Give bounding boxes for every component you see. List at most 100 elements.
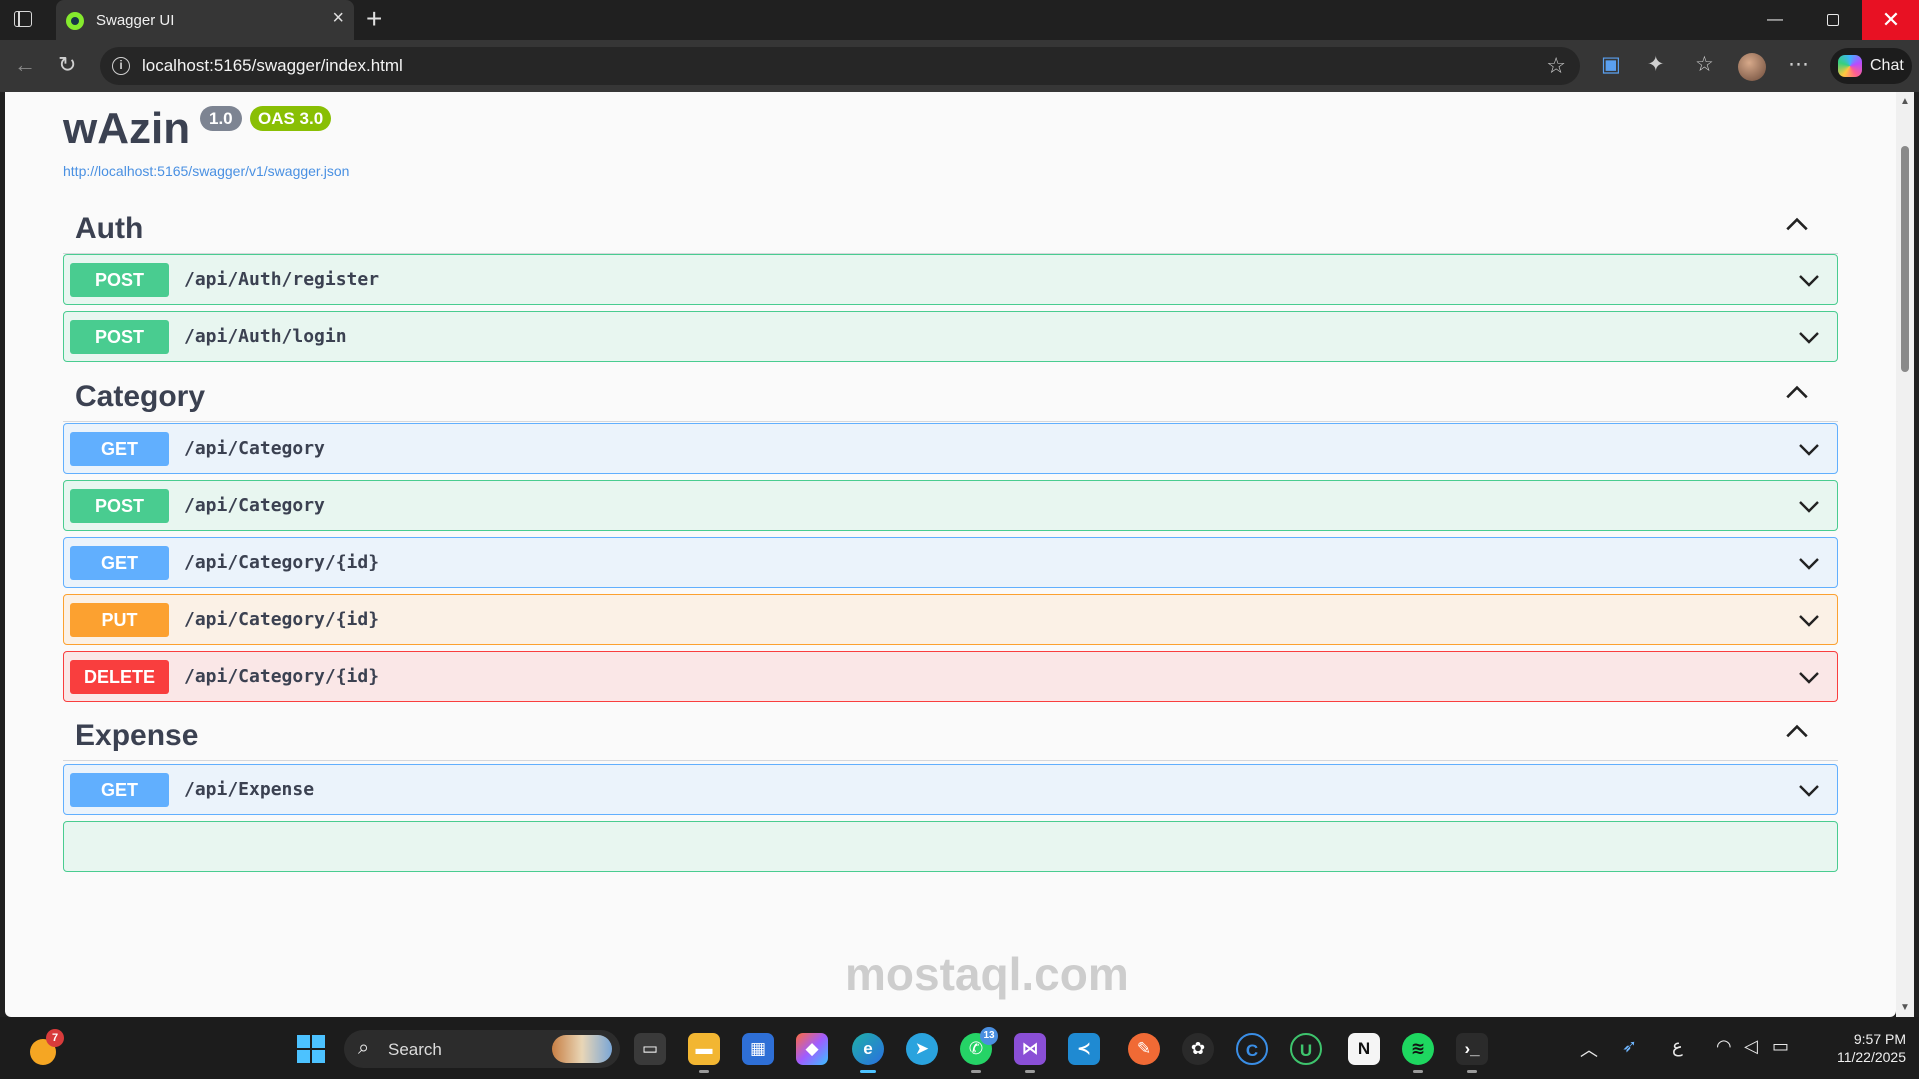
operation-path: /api/Category (184, 495, 325, 516)
chevron-up-icon[interactable] (1784, 212, 1810, 238)
chat-label: Chat (1870, 57, 1904, 74)
operation-delete-category-id[interactable]: DELETE /api/Category/{id} (63, 651, 1838, 702)
clock-date: 11/22/2025 (1836, 1049, 1906, 1065)
language-indicator[interactable]: ع (1672, 1036, 1683, 1057)
clock-time: 9:57 PM (1853, 1031, 1906, 1047)
method-badge: PUT (70, 603, 169, 637)
close-tab-icon[interactable]: × (332, 8, 344, 28)
new-tab-plus-icon[interactable]: + (366, 4, 382, 34)
method-badge: GET (70, 432, 169, 466)
edge-browser-icon[interactable]: e (852, 1033, 884, 1073)
version-badge: 1.0 (200, 106, 242, 131)
operation-path: /api/Expense (184, 779, 315, 800)
section-expense[interactable]: Expense (63, 703, 1838, 761)
search-icon: ⌕ (358, 1037, 370, 1059)
operation-get-category[interactable]: GET /api/Category (63, 423, 1838, 474)
profile-avatar[interactable] (1738, 53, 1766, 81)
telegram-icon[interactable]: ➤ (906, 1033, 938, 1065)
scroll-up-arrow-icon[interactable]: ▲ (1900, 96, 1910, 107)
copilot-app-icon[interactable]: ◆ (796, 1033, 828, 1065)
tab-swagger-ui[interactable]: Swagger UI × (56, 0, 354, 40)
chevron-down-icon[interactable] (1797, 494, 1821, 518)
chevron-up-icon[interactable] (1784, 380, 1810, 406)
tray-overflow-chevron-icon[interactable]: ︿ (1580, 1036, 1598, 1062)
page-scrollbar[interactable]: ▲ ▼ (1896, 92, 1914, 1017)
operation-post-auth-register[interactable]: POST /api/Auth/register (63, 254, 1838, 305)
taskbar-search[interactable]: ⌕ Search (344, 1030, 620, 1068)
address-bar[interactable]: i localhost:5165/swagger/index.html ☆ (100, 47, 1580, 85)
browser-title-bar: Swagger UI × + — ✕ (0, 0, 1919, 40)
url-text[interactable]: localhost:5165/swagger/index.html (142, 56, 403, 76)
method-badge: POST (70, 263, 169, 297)
more-options-icon[interactable]: ⋯ (1788, 52, 1809, 78)
operation-post-auth-login[interactable]: POST /api/Auth/login (63, 311, 1838, 362)
file-explorer-icon[interactable]: ▬ (688, 1033, 720, 1073)
system-clock[interactable]: 9:57 PM 11/22/2025 (1812, 1030, 1906, 1066)
operation-get-expense[interactable]: GET /api/Expense (63, 764, 1838, 815)
location-arrow-icon[interactable]: ➶ (1622, 1036, 1637, 1057)
spotify-icon[interactable]: ≋ (1402, 1033, 1434, 1073)
chevron-up-icon[interactable] (1784, 719, 1810, 745)
tab-title: Swagger UI (96, 12, 175, 29)
spec-json-link[interactable]: http://localhost:5165/swagger/v1/swagger… (63, 163, 349, 179)
operation-path: /api/Auth/login (184, 326, 347, 347)
translate-icon[interactable]: ▣ (1601, 52, 1621, 78)
watermark: mostaql.com (845, 948, 1129, 1000)
chevron-down-icon[interactable] (1797, 665, 1821, 689)
minimize-button[interactable]: — (1746, 0, 1804, 40)
c-app-icon[interactable]: C (1236, 1033, 1268, 1065)
whatsapp-icon[interactable]: ✆ 13 (960, 1027, 998, 1073)
volume-icon[interactable]: ◁ (1744, 1036, 1758, 1057)
operation-get-category-id[interactable]: GET /api/Category/{id} (63, 537, 1838, 588)
chevron-down-icon[interactable] (1797, 778, 1821, 802)
section-auth[interactable]: Auth (63, 196, 1838, 254)
operation-post-category[interactable]: POST /api/Category (63, 480, 1838, 531)
copilot-chat-button[interactable]: Chat (1830, 48, 1912, 84)
site-info-icon[interactable]: i (112, 57, 130, 75)
operation-put-category-id[interactable]: PUT /api/Category/{id} (63, 594, 1838, 645)
vscode-icon[interactable]: ≺ (1068, 1033, 1100, 1065)
battery-icon[interactable]: ▭ (1772, 1036, 1789, 1057)
extensions-icon[interactable]: ✦ (1647, 52, 1665, 78)
visual-studio-icon[interactable]: ⋈ (1014, 1033, 1046, 1073)
close-window-button[interactable]: ✕ (1862, 0, 1919, 40)
weather-widget[interactable]: 7 (24, 1029, 64, 1065)
operation-path: /api/Category/{id} (184, 552, 380, 573)
swagger-favicon-icon (66, 12, 84, 30)
chevron-down-icon[interactable] (1797, 325, 1821, 349)
back-arrow-icon[interactable]: ← (14, 53, 36, 77)
chevron-down-icon[interactable] (1797, 268, 1821, 292)
terminal-icon[interactable]: ›_ (1456, 1033, 1488, 1073)
page-viewport: wAzin 1.0 OAS 3.0 http://localhost:5165/… (5, 92, 1896, 1017)
weather-badge: 7 (46, 1029, 64, 1047)
operation-path: /api/Category/{id} (184, 666, 380, 687)
section-category[interactable]: Category (63, 364, 1838, 422)
method-badge: GET (70, 546, 169, 580)
method-badge: DELETE (70, 660, 169, 694)
wifi-icon[interactable]: ◠ (1716, 1036, 1732, 1057)
operation-path: /api/Category/{id} (184, 609, 380, 630)
favorites-icon[interactable]: ☆ (1695, 52, 1714, 78)
sidebar-icon[interactable] (14, 11, 32, 27)
method-badge: POST (70, 320, 169, 354)
scrollbar-thumb[interactable] (1901, 146, 1909, 372)
chevron-down-icon[interactable] (1797, 551, 1821, 575)
maximize-button[interactable] (1804, 0, 1862, 40)
refresh-icon[interactable]: ↻ (58, 53, 76, 77)
section-title: Auth (75, 212, 144, 245)
microsoft-store-icon[interactable]: ▦ (742, 1033, 774, 1065)
chatgpt-icon[interactable]: ✿ (1182, 1033, 1214, 1065)
notion-icon[interactable]: N (1348, 1033, 1380, 1065)
postman-icon[interactable]: ✎ (1128, 1033, 1160, 1065)
scroll-down-arrow-icon[interactable]: ▼ (1900, 1002, 1910, 1013)
start-windows-icon[interactable] (297, 1035, 325, 1063)
task-view-icon[interactable]: ▭ (634, 1033, 666, 1065)
chevron-down-icon[interactable] (1797, 437, 1821, 461)
upwork-icon[interactable]: U (1290, 1033, 1322, 1065)
chevron-down-icon[interactable] (1797, 608, 1821, 632)
operation-partial-next[interactable] (63, 821, 1838, 872)
section-title: Expense (75, 719, 199, 752)
section-title: Category (75, 380, 206, 413)
method-badge: POST (70, 489, 169, 523)
favorite-star-icon[interactable]: ☆ (1546, 53, 1566, 79)
